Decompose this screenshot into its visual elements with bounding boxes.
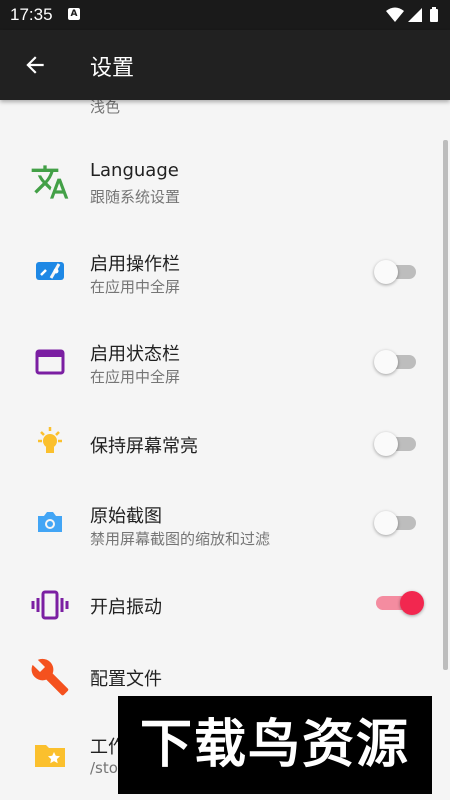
setting-action-bar[interactable]: 启用操作栏 在应用中全屏 xyxy=(0,240,440,310)
setting-action-bar-sub: 在应用中全屏 xyxy=(90,278,181,296)
palette-icon xyxy=(30,100,70,112)
setting-theme-sub: 浅色 xyxy=(90,100,121,116)
settings-list: 浅色 Language 跟随系统设置 启用操作栏 在应用中全屏 启用状态栏 在应… xyxy=(0,100,450,800)
setting-vibration-label: 开启振动 xyxy=(90,597,162,618)
app-bar: 设置 xyxy=(0,30,450,100)
setting-theme[interactable]: 浅色 xyxy=(0,100,440,130)
raw-screenshot-toggle[interactable] xyxy=(374,511,418,535)
action-bar-icon xyxy=(36,262,64,280)
watermark-banner: 下载鸟资源 xyxy=(118,696,432,794)
status-time: 17:35 xyxy=(10,5,53,24)
setting-keep-screen-on-label: 保持屏幕常亮 xyxy=(90,436,198,457)
vibrate-icon xyxy=(31,590,69,620)
vibration-toggle[interactable] xyxy=(374,591,424,615)
wifi-icon xyxy=(386,7,404,22)
setting-vibration[interactable]: 开启振动 xyxy=(0,585,440,635)
setting-config-file-label: 配置文件 xyxy=(90,669,162,690)
window-icon xyxy=(35,349,65,375)
setting-keep-screen-on[interactable]: 保持屏幕常亮 xyxy=(0,420,440,470)
scrollbar[interactable] xyxy=(443,140,448,670)
setting-status-bar-label: 启用状态栏 xyxy=(90,344,180,365)
setting-status-bar[interactable]: 启用状态栏 在应用中全屏 xyxy=(0,330,440,400)
battery-icon xyxy=(430,7,438,22)
camera-icon xyxy=(38,512,62,532)
lightbulb-icon xyxy=(38,427,62,453)
system-icons xyxy=(386,7,442,27)
notification-icon: A xyxy=(68,8,80,20)
setting-language-sub: 跟随系统设置 xyxy=(90,188,181,206)
folder-star-icon xyxy=(35,745,65,767)
action-bar-toggle[interactable] xyxy=(374,260,418,284)
status-bar: 17:35 A xyxy=(0,0,450,30)
keep-screen-on-toggle[interactable] xyxy=(374,432,418,456)
setting-action-bar-label: 启用操作栏 xyxy=(90,254,180,275)
translate-icon xyxy=(31,165,69,199)
setting-language[interactable]: Language 跟随系统设置 xyxy=(0,150,440,220)
setting-workdir-sub: /sto xyxy=(90,759,118,777)
arrow-left-icon[interactable] xyxy=(22,52,48,78)
signal-icon xyxy=(408,8,422,22)
wrench-icon xyxy=(31,658,69,696)
setting-raw-screenshot[interactable]: 原始截图 禁用屏幕截图的缩放和过滤 xyxy=(0,500,440,570)
setting-raw-screenshot-label: 原始截图 xyxy=(90,506,162,527)
status-bar-toggle[interactable] xyxy=(374,350,418,374)
setting-raw-screenshot-sub: 禁用屏幕截图的缩放和过滤 xyxy=(90,530,271,548)
setting-status-bar-sub: 在应用中全屏 xyxy=(90,368,181,386)
setting-language-label: Language xyxy=(90,160,179,181)
page-title: 设置 xyxy=(90,56,135,81)
